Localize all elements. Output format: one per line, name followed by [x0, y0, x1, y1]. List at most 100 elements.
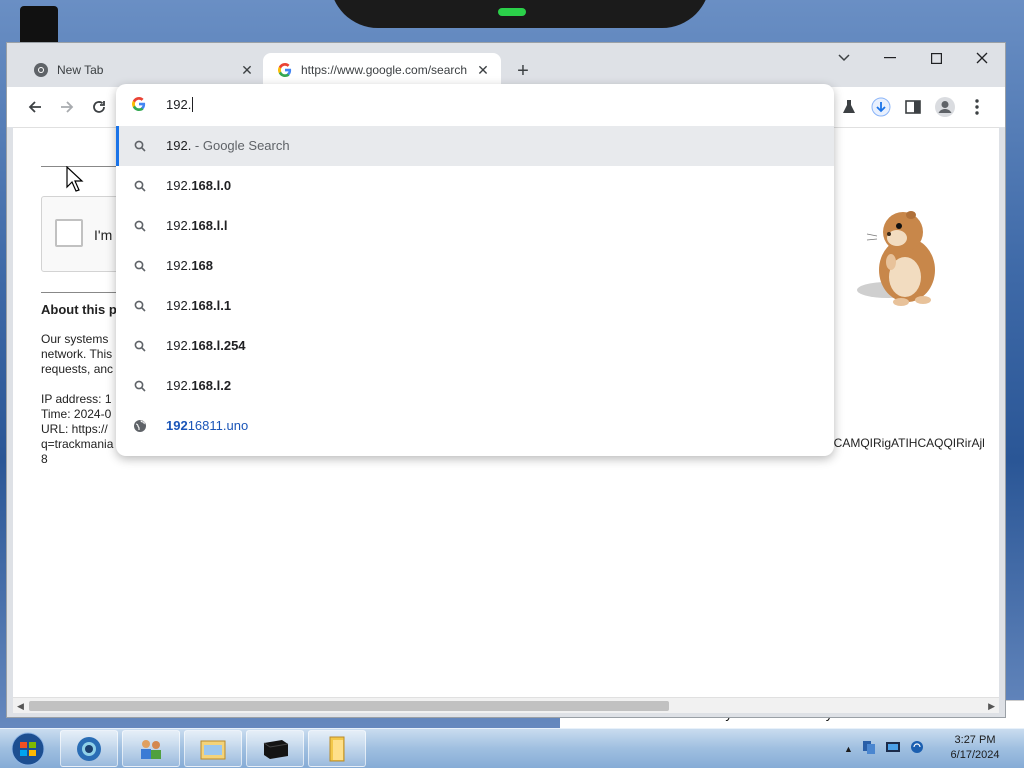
- tab-close-icon[interactable]: ✕: [475, 62, 491, 78]
- close-icon[interactable]: [959, 43, 1005, 73]
- address-input[interactable]: 192.: [166, 97, 194, 112]
- start-orb-icon[interactable]: [6, 731, 50, 767]
- hamster-image: [847, 202, 947, 312]
- suggestion-completion: 168.l.2: [191, 378, 232, 393]
- taskbar-network-people-icon[interactable]: [122, 730, 180, 767]
- system-clock[interactable]: 3:27 PM 6/17/2024: [936, 733, 1014, 763]
- maximize-icon[interactable]: [913, 43, 959, 73]
- url-tail-text: hCAMQIRigATIHCAQQIRirAjl: [827, 436, 985, 450]
- reload-icon[interactable]: [85, 93, 113, 121]
- chrome-icon: [33, 62, 49, 78]
- captcha-checkbox[interactable]: [55, 219, 83, 247]
- tab-google-search[interactable]: https://www.google.com/search ✕: [263, 53, 501, 87]
- suggestion-prefix: 192.: [166, 178, 192, 193]
- clock-time: 3:27 PM: [954, 734, 996, 746]
- search-icon: [132, 298, 148, 314]
- info-line: URL: https://: [41, 422, 108, 436]
- download-icon[interactable]: [867, 93, 895, 121]
- systems-line: requests, anc: [41, 362, 114, 376]
- divider: [41, 292, 121, 293]
- side-panel-icon[interactable]: [899, 93, 927, 121]
- suggestion-completion: 168.l.l: [191, 218, 228, 233]
- suggestion-item[interactable]: 192.168.l.0: [116, 166, 834, 206]
- info-line: 8: [41, 452, 48, 466]
- profile-icon[interactable]: [931, 93, 959, 121]
- tab-strip: New Tab ✕ https://www.google.com/search …: [7, 43, 1005, 87]
- address-bar[interactable]: 192.: [116, 84, 834, 126]
- suggestion-text: 192.168.l.1: [166, 298, 231, 313]
- suggestion-item[interactable]: 192.168.l.1: [116, 286, 834, 326]
- system-tray: ▲: [844, 739, 925, 758]
- tab-title: New Tab: [57, 63, 104, 77]
- labs-icon[interactable]: [835, 93, 863, 121]
- info-line: IP address: 1: [41, 392, 112, 406]
- suggestion-prefix: 192.: [166, 338, 192, 353]
- about-title: About this p: [41, 302, 117, 317]
- info-line: Time: 2024-0: [41, 407, 112, 421]
- suggestion-prefix: 192.: [166, 378, 192, 393]
- taskbar: ▲ 3:27 PM 6/17/2024: [0, 728, 1024, 768]
- window-controls: [821, 43, 1005, 73]
- suggestion-text: 19216811.uno: [166, 418, 248, 433]
- tab-title: https://www.google.com/search: [301, 63, 468, 77]
- minimize-icon[interactable]: [867, 43, 913, 73]
- search-icon: [132, 178, 148, 194]
- chevron-down-icon[interactable]: [821, 43, 867, 73]
- device-led-icon: [498, 8, 526, 16]
- taskbar-browser-icon[interactable]: [60, 730, 118, 767]
- suggestion-prefix: 192.: [166, 138, 192, 153]
- suggestion-text: 192.168.l.l: [166, 218, 227, 233]
- taskbar-explorer-icon[interactable]: [184, 730, 242, 767]
- search-icon: [132, 138, 148, 154]
- scroll-left-icon[interactable]: ◀: [17, 701, 24, 712]
- new-tab-button[interactable]: +: [509, 57, 537, 85]
- tray-network-icon[interactable]: [861, 739, 877, 758]
- tray-display-icon[interactable]: [885, 739, 901, 758]
- suggestion-completion: 168.l.1: [191, 298, 232, 313]
- search-icon: [132, 258, 148, 274]
- suggestion-prefix: 192.: [166, 258, 192, 273]
- tray-expand-icon[interactable]: ▲: [844, 744, 853, 754]
- tab-close-icon[interactable]: ✕: [239, 62, 255, 78]
- scrollbar-thumb[interactable]: [29, 701, 669, 711]
- suggestion-item[interactable]: 192.168.l.2: [116, 366, 834, 406]
- suggestion-prefix: 192: [166, 418, 188, 433]
- suggestion-item[interactable]: 19216811.uno: [116, 406, 834, 446]
- google-icon: [132, 97, 148, 113]
- address-input-text: 192.: [166, 97, 192, 112]
- back-icon[interactable]: [21, 93, 49, 121]
- text-caret: [192, 97, 194, 112]
- search-icon: [132, 338, 148, 354]
- suggestion-completion: 168.l.254: [191, 338, 246, 353]
- captcha-label: I'm: [94, 227, 113, 243]
- suggestion-completion: 168: [191, 258, 214, 273]
- suggestion-prefix: 192.: [166, 298, 192, 313]
- suggestion-item[interactable]: 192.168: [116, 246, 834, 286]
- suggestion-text: 192. - Google Search: [166, 138, 290, 153]
- taskbar-black-box-icon[interactable]: [246, 730, 304, 767]
- systems-line: Our systems: [41, 332, 109, 346]
- info-line: q=trackmania: [41, 437, 114, 451]
- suggestion-item[interactable]: 192.168.l.254: [116, 326, 834, 366]
- search-icon: [132, 218, 148, 234]
- suggestion-prefix: 192.: [166, 218, 192, 233]
- tab-new-tab[interactable]: New Tab ✕: [19, 53, 265, 87]
- mouse-cursor-icon: [66, 165, 84, 192]
- scroll-right-icon[interactable]: ▶: [988, 701, 995, 712]
- systems-line: network. This: [41, 347, 113, 361]
- globe-icon: [132, 418, 148, 434]
- suggestion-text: 192.168.l.0: [166, 178, 231, 193]
- horizontal-scrollbar[interactable]: ◀ ▶: [13, 697, 999, 713]
- taskbar-folder-icon[interactable]: [308, 730, 366, 767]
- suggestion-item[interactable]: 192.168.l.l: [116, 206, 834, 246]
- suggestion-item[interactable]: 192. - Google Search: [116, 126, 834, 166]
- clock-date: 6/17/2024: [950, 749, 1000, 761]
- menu-icon[interactable]: [963, 93, 991, 121]
- suggestion-text: 192.168.l.2: [166, 378, 231, 393]
- suggestion-text: 192.168: [166, 258, 213, 273]
- suggestion-completion: 168.l.0: [191, 178, 232, 193]
- tray-volume-icon[interactable]: [909, 739, 925, 758]
- forward-icon[interactable]: [53, 93, 81, 121]
- google-icon: [277, 62, 293, 78]
- desktop-object-icon: [20, 6, 58, 46]
